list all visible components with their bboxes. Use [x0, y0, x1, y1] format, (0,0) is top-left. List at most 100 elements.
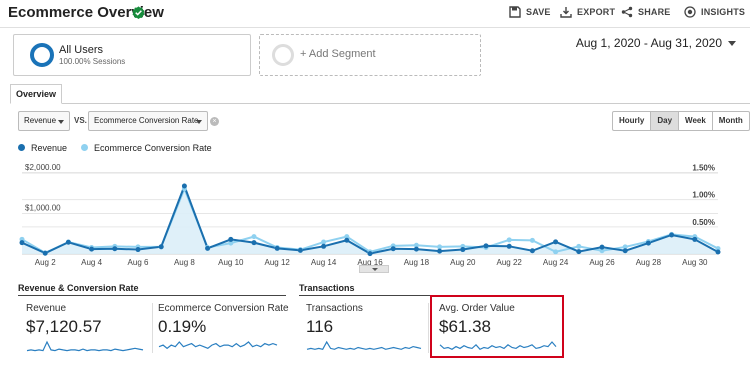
revenue-point: [390, 246, 396, 252]
revenue-point: [228, 236, 234, 242]
highlight-box: [430, 295, 564, 358]
x-axis-tick-label: Aug 20: [450, 258, 476, 267]
revenue-point: [437, 248, 443, 254]
revenue-point: [715, 249, 721, 255]
chevron-down-icon: [728, 40, 736, 46]
revenue-point: [413, 246, 419, 252]
add-segment-label: + Add Segment: [300, 48, 376, 60]
revenue-point: [89, 246, 95, 252]
x-axis-tick-label: Aug 14: [311, 258, 337, 267]
revenue-conversion-chart: $1,000.00 $2,000.00 0.50% 1.00% 1.50% Aug 2 Au…: [19, 163, 721, 267]
revenue-point: [645, 240, 651, 246]
x-axis-tick-label: Aug 10: [218, 258, 244, 267]
segment-color-indicator: [30, 43, 54, 67]
revenue-point: [529, 248, 535, 254]
segment-subtitle: 100.00% Sessions: [59, 57, 126, 66]
x-axis-tick-label: Aug 4: [81, 258, 102, 267]
tab-overview[interactable]: Overview: [10, 84, 62, 104]
x-axis-tick-label: Aug 26: [589, 258, 615, 267]
revenue-point: [506, 243, 512, 249]
metric1-select[interactable]: Revenue: [18, 111, 70, 131]
legend-label: Ecommerce Conversion Rate: [94, 143, 212, 153]
revenue-point: [135, 247, 141, 253]
add-segment-button[interactable]: + Add Segment: [259, 34, 481, 76]
conversion-rate-point: [553, 249, 559, 255]
export-button[interactable]: EXPORT: [560, 6, 615, 18]
export-icon: [560, 7, 572, 18]
x-axis-tick-label: Aug 2: [35, 258, 56, 267]
expand-chart-button[interactable]: [359, 265, 389, 273]
clear-metric2-button[interactable]: ×: [210, 117, 219, 126]
date-range-picker[interactable]: Aug 1, 2020 - Aug 31, 2020: [576, 36, 736, 50]
revenue-point: [692, 236, 698, 242]
x-axis-tick-label: Aug 28: [636, 258, 662, 267]
conversion-rate-point: [506, 237, 512, 243]
share-label: SHARE: [638, 7, 671, 17]
revenue-point: [297, 247, 303, 253]
legend-item-conversion-rate[interactable]: Ecommerce Conversion Rate: [81, 143, 212, 153]
scorecard-label: Revenue: [26, 303, 67, 314]
revenue-point: [576, 249, 582, 255]
revenue-point: [274, 245, 280, 251]
legend-swatch: [81, 144, 89, 151]
verified-check-icon: [132, 6, 145, 19]
sparkline-path: [26, 340, 144, 352]
revenue-point: [205, 245, 211, 251]
legend-label: Revenue: [31, 143, 68, 153]
revenue-point: [483, 243, 489, 249]
revenue-area: [22, 186, 718, 254]
vs-label: VS.: [74, 116, 87, 125]
granularity-toggle: Hourly Day Week Month: [612, 111, 750, 131]
conversion-rate-point: [576, 243, 582, 249]
revenue-point: [112, 246, 118, 252]
revenue-point: [344, 237, 350, 243]
sparkline: [158, 341, 278, 350]
granularity-week[interactable]: Week: [678, 111, 713, 131]
scorecard-value: 116: [306, 317, 334, 336]
granularity-day[interactable]: Day: [650, 111, 680, 131]
x-axis-tick-label: Aug 22: [497, 258, 523, 267]
metric1-value: Revenue: [24, 116, 57, 125]
scorecard-conversion-rate[interactable]: Ecommerce Conversion Rate 0.19%: [158, 300, 289, 356]
card-divider: [428, 303, 429, 353]
scorecard-revenue[interactable]: Revenue $7,120.57: [26, 300, 148, 356]
report-header: Ecommerce Overview SAVE EXPORT SHARE INS…: [0, 0, 750, 28]
revenue-point: [669, 232, 675, 238]
x-axis-tick-label: Aug 8: [174, 258, 195, 267]
revenue-point: [251, 240, 257, 246]
legend-swatch: [18, 144, 25, 151]
sparkline: [306, 340, 422, 350]
x-axis-tick-label: Aug 6: [128, 258, 149, 267]
metric2-select[interactable]: Ecommerce Conversion Rate: [88, 111, 208, 131]
insights-icon: [684, 6, 696, 18]
scorecard-transactions[interactable]: Transactions 116: [306, 300, 424, 356]
chart-legend: Revenue Ecommerce Conversion Rate: [18, 143, 212, 153]
segment-all-users[interactable]: All Users 100.00% Sessions: [13, 34, 251, 76]
card-divider: [152, 303, 153, 353]
legend-item-revenue[interactable]: Revenue: [18, 143, 67, 153]
x-axis-tick-label: Aug 12: [265, 258, 291, 267]
right-axis-tick-label: 1.50%: [692, 163, 715, 172]
x-axis-tick-label: Aug 30: [682, 258, 708, 267]
insights-button[interactable]: INSIGHTS: [684, 6, 745, 18]
segment-name: All Users: [59, 44, 104, 56]
granularity-hourly[interactable]: Hourly: [612, 111, 652, 131]
save-button[interactable]: SAVE: [509, 6, 551, 18]
scorecard-label: Ecommerce Conversion Rate: [158, 303, 289, 314]
chevron-down-icon: [196, 120, 202, 124]
share-button[interactable]: SHARE: [621, 6, 671, 18]
save-label: SAVE: [526, 7, 551, 17]
revenue-point: [599, 244, 605, 250]
revenue-point: [460, 247, 466, 253]
conversion-rate-line: [21, 186, 719, 255]
revenue-point: [181, 183, 187, 189]
right-axis-tick-label: 1.00%: [692, 191, 715, 200]
revenue-point: [553, 239, 559, 245]
sparkline: [26, 340, 144, 352]
granularity-month[interactable]: Month: [711, 111, 750, 131]
sparkline-path: [306, 340, 422, 350]
revenue-point: [19, 240, 25, 246]
revenue-point: [622, 248, 628, 254]
conversion-rate-point: [529, 237, 535, 243]
date-range-text: Aug 1, 2020 - Aug 31, 2020: [575, 36, 722, 50]
